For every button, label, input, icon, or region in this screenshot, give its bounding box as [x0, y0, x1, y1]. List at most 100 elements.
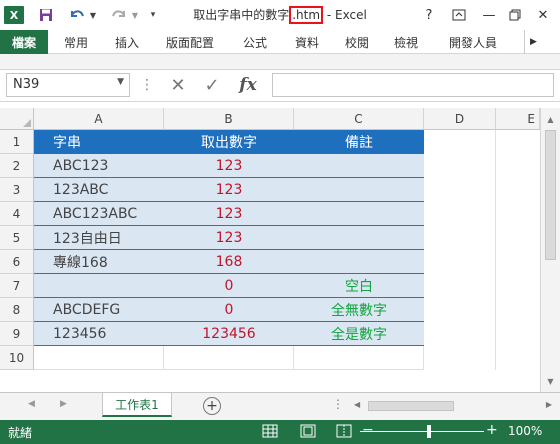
restore-icon[interactable] [502, 4, 528, 26]
ribbon-display-icon[interactable] [446, 4, 472, 26]
table-cell[interactable]: ABCDEFG [34, 298, 164, 322]
table-cell[interactable] [294, 226, 424, 250]
name-box[interactable]: N39 ▼ [6, 73, 130, 97]
row-header-8[interactable]: 8 [0, 298, 34, 322]
zoom-out-icon[interactable]: − [362, 422, 374, 438]
table-cell[interactable]: 168 [164, 250, 294, 274]
table-header-cell-note[interactable]: 備註 [294, 130, 424, 154]
row-header-5[interactable]: 5 [0, 226, 34, 250]
title-bar: X ▼ ▼ ▾ 取出字串中的數字 .htm - Excel ? — ✕ [0, 0, 560, 30]
table-cell[interactable]: 123 [164, 178, 294, 202]
tab-split-icon[interactable]: ⋮ [332, 397, 344, 411]
tab-home[interactable]: 常用 [48, 30, 104, 54]
empty-column-e[interactable] [496, 130, 540, 370]
row-header-1[interactable]: 1 [0, 130, 34, 154]
sheet-scroll-left-icon[interactable]: ◀ [28, 399, 35, 409]
table-cell[interactable]: 0 [164, 274, 294, 298]
scroll-left-icon[interactable]: ◀ [354, 400, 360, 409]
table-cell[interactable]: 123456 [164, 322, 294, 346]
table-cell[interactable]: 專線168 [34, 250, 164, 274]
scroll-up-icon[interactable]: ▲ [541, 110, 560, 128]
row-header-3[interactable]: 3 [0, 178, 34, 202]
empty-cell[interactable] [164, 346, 294, 370]
undo-dropdown-icon[interactable]: ▼ [88, 5, 98, 25]
tab-data[interactable]: 資料 [280, 30, 334, 54]
empty-cell[interactable] [294, 346, 424, 370]
horizontal-scroll-thumb[interactable] [368, 401, 454, 411]
zoom-level[interactable]: 100% [508, 424, 542, 438]
tab-view[interactable]: 檢視 [380, 30, 432, 54]
table-cell[interactable]: 123 [164, 226, 294, 250]
row-header-2[interactable]: 2 [0, 154, 34, 178]
ribbon-scroll-right-icon[interactable]: ▶ [524, 30, 542, 54]
empty-column-d[interactable] [424, 130, 496, 370]
vertical-scroll-thumb[interactable] [545, 130, 556, 260]
column-header-e[interactable]: E [496, 108, 540, 130]
excel-logo-icon[interactable]: X [4, 6, 24, 24]
table-cell[interactable]: 全無數字 [294, 298, 424, 322]
table-cell[interactable]: 123 [164, 154, 294, 178]
new-sheet-icon[interactable]: + [203, 397, 221, 415]
row-header-7[interactable]: 7 [0, 274, 34, 298]
table-cell[interactable] [294, 250, 424, 274]
tab-insert[interactable]: 插入 [104, 30, 150, 54]
zoom-slider[interactable] [360, 431, 484, 432]
select-all-button[interactable] [0, 108, 34, 130]
zoom-slider-handle[interactable] [427, 425, 431, 438]
scroll-down-icon[interactable]: ▼ [541, 372, 560, 390]
ribbon-collapsed-area [0, 54, 560, 70]
tab-file[interactable]: 檔案 [0, 30, 48, 54]
page-layout-view-icon[interactable] [300, 424, 316, 438]
column-header-c[interactable]: C [294, 108, 424, 130]
table-cell[interactable] [34, 274, 164, 298]
formula-bar: N39 ▼ ⋮ ✕ ✓ fx [0, 70, 560, 102]
name-box-dropdown-icon[interactable]: ▼ [117, 77, 124, 87]
page-break-view-icon[interactable] [336, 424, 352, 438]
table-cell[interactable] [294, 178, 424, 202]
row-header-10[interactable]: 10 [0, 346, 34, 370]
table-cell[interactable]: ABC123 [34, 154, 164, 178]
normal-view-icon[interactable] [262, 424, 278, 438]
save-icon[interactable] [36, 5, 56, 25]
column-header-a[interactable]: A [34, 108, 164, 130]
sheet-tab-1[interactable]: 工作表1 [102, 393, 172, 417]
table-cell[interactable]: 0 [164, 298, 294, 322]
table-cell[interactable]: ABC123ABC [34, 202, 164, 226]
zoom-in-icon[interactable]: + [486, 422, 498, 438]
scroll-right-icon[interactable]: ▶ [546, 400, 552, 409]
table-cell[interactable]: 123 [164, 202, 294, 226]
tab-formulas[interactable]: 公式 [230, 30, 280, 54]
sheet-scroll-right-icon[interactable]: ▶ [60, 399, 67, 409]
tab-review[interactable]: 校閱 [334, 30, 380, 54]
redo-dropdown-icon[interactable]: ▼ [130, 5, 140, 25]
table-cell[interactable]: 123456 [34, 322, 164, 346]
table-cell[interactable] [294, 154, 424, 178]
tab-developer[interactable]: 開發人員 [432, 30, 514, 54]
undo-icon[interactable] [64, 5, 90, 25]
row-header-6[interactable]: 6 [0, 250, 34, 274]
column-header-b[interactable]: B [164, 108, 294, 130]
table-cell[interactable]: 123自由日 [34, 226, 164, 250]
empty-cell[interactable] [34, 346, 164, 370]
horizontal-scrollbar[interactable]: ◀ ▶ [352, 399, 554, 413]
cancel-icon[interactable]: ✕ [164, 73, 192, 97]
insert-function-icon[interactable]: fx [234, 73, 262, 97]
table-cell[interactable]: 全是數字 [294, 322, 424, 346]
customize-qat-icon[interactable]: ▾ [146, 5, 160, 25]
column-header-d[interactable]: D [424, 108, 496, 130]
redo-icon[interactable] [106, 5, 132, 25]
help-icon[interactable]: ? [416, 4, 442, 26]
table-header-cell-number[interactable]: 取出數字 [164, 130, 294, 154]
table-cell[interactable] [294, 202, 424, 226]
minimize-icon[interactable]: — [476, 4, 502, 26]
enter-icon[interactable]: ✓ [198, 73, 226, 97]
table-cell[interactable]: 空白 [294, 274, 424, 298]
row-header-9[interactable]: 9 [0, 322, 34, 346]
formula-input[interactable] [272, 73, 554, 97]
row-header-4[interactable]: 4 [0, 202, 34, 226]
tab-page-layout[interactable]: 版面配置 [150, 30, 230, 54]
vertical-scrollbar[interactable]: ▲ ▼ [540, 108, 560, 392]
table-cell[interactable]: 123ABC [34, 178, 164, 202]
close-icon[interactable]: ✕ [530, 4, 556, 26]
table-header-cell-string[interactable]: 字串 [34, 130, 164, 154]
